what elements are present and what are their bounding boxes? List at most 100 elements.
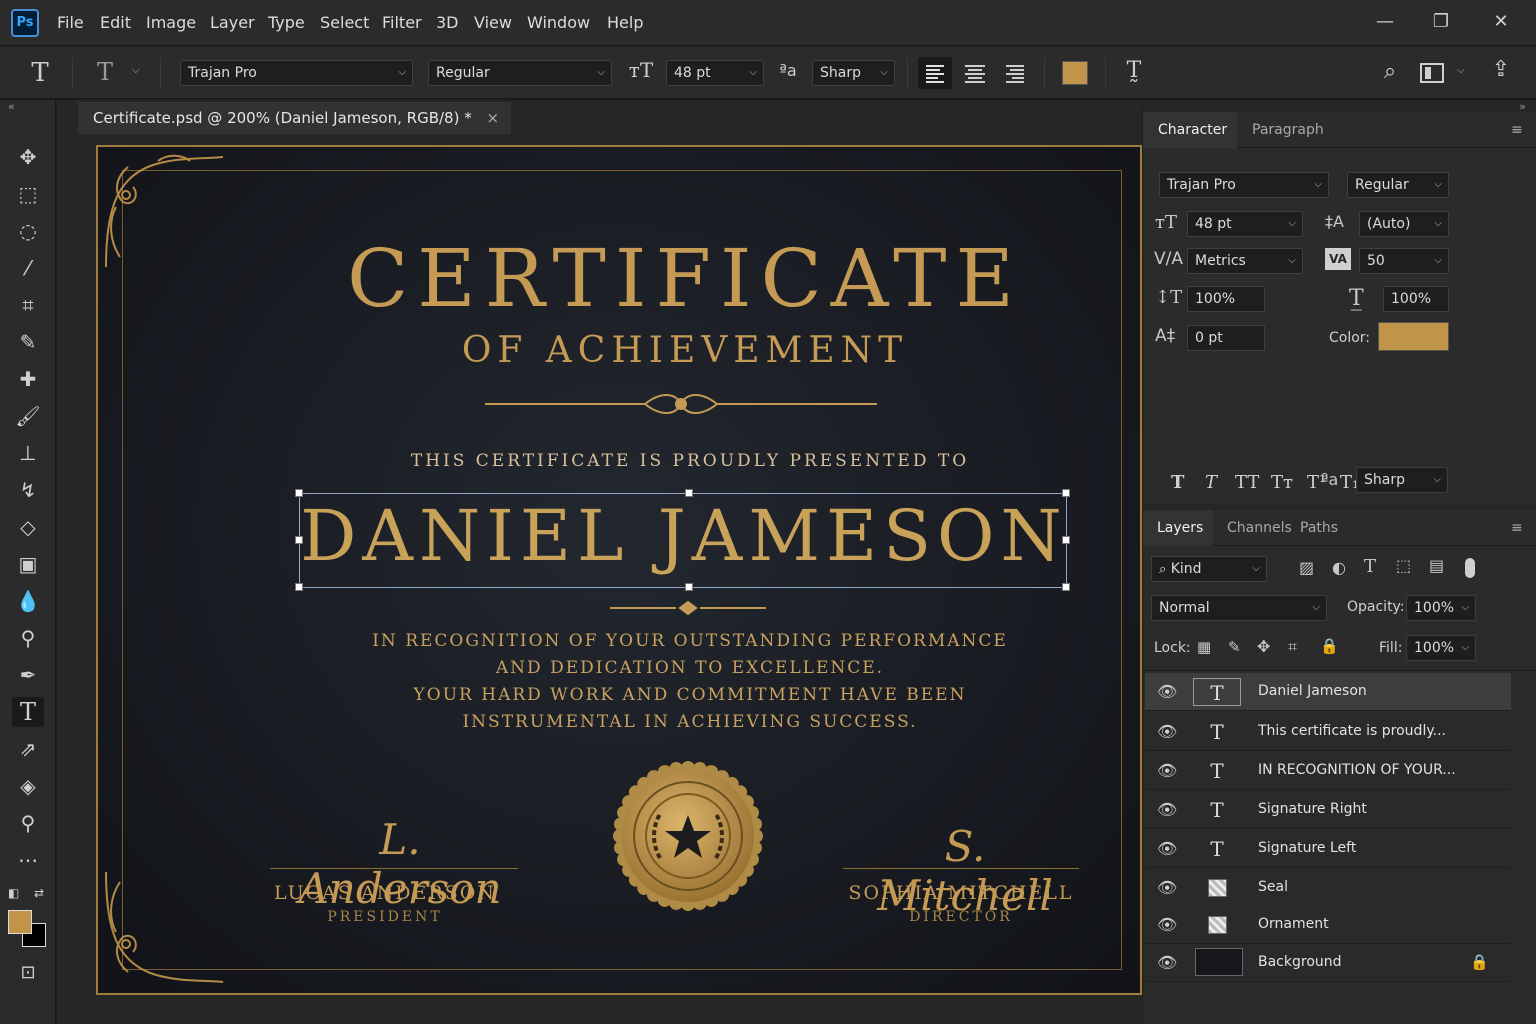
lock-transparent-icon[interactable]: ▦ [1197, 638, 1211, 656]
filter-adjustment-icon[interactable]: ◐ [1332, 558, 1346, 577]
lasso-tool-icon[interactable]: ◌ [12, 216, 44, 246]
visibility-eye-icon[interactable]: 👁 [1157, 915, 1177, 934]
panel-menu-icon[interactable]: ≡ [1511, 520, 1523, 536]
restore-icon[interactable]: ❐ [1426, 9, 1456, 37]
eyedropper-tool-icon[interactable]: ✎ [12, 327, 44, 357]
tab-character[interactable]: Character [1158, 122, 1227, 138]
menu-help[interactable]: Help [607, 13, 643, 32]
faux-italic-button[interactable]: T [1205, 472, 1217, 493]
menu-image[interactable]: Image [146, 13, 196, 32]
visibility-eye-icon[interactable]: 👁 [1157, 839, 1177, 858]
char-font-family-select[interactable]: Trajan Pro ⌵ [1159, 172, 1329, 198]
search-icon[interactable]: ⌕ [1376, 59, 1404, 84]
font-size-select[interactable]: 48 pt ⌵ [666, 60, 764, 86]
default-colors-icon[interactable]: ◧ [8, 886, 19, 900]
all-caps-button[interactable]: TT [1235, 472, 1259, 493]
small-caps-button[interactable]: Tт [1271, 472, 1293, 493]
menu-window[interactable]: Window [527, 13, 590, 32]
char-color-swatch[interactable] [1378, 322, 1449, 351]
menu-3d[interactable]: 3D [436, 13, 459, 32]
brush-tool-icon[interactable]: 🖌 [12, 401, 44, 431]
visibility-eye-icon[interactable]: 👁 [1157, 878, 1177, 897]
share-icon[interactable]: ⇪ [1488, 57, 1514, 82]
type-tool-icon[interactable]: T [12, 697, 44, 727]
healing-brush-tool-icon[interactable]: ✚ [12, 364, 44, 394]
char-horizontal-scale-field[interactable]: 100% [1383, 286, 1449, 312]
menu-view[interactable]: View [474, 13, 512, 32]
layer-row-recognition[interactable]: 👁 T IN RECOGNITION OF YOUR... [1145, 752, 1511, 790]
faux-bold-button[interactable]: T [1171, 472, 1184, 493]
dodge-tool-icon[interactable]: ⚲ [12, 623, 44, 653]
zoom-tool-icon[interactable]: ⚲ [12, 808, 44, 838]
layer-row-ornament[interactable]: 👁 Ornament [1145, 906, 1511, 944]
workspace-icon[interactable] [1420, 63, 1444, 83]
antialias-select[interactable]: Sharp ⌵ [812, 60, 895, 86]
align-left-button[interactable] [918, 57, 952, 89]
magic-wand-tool-icon[interactable]: ⁄ [12, 253, 44, 283]
close-tab-icon[interactable]: × [487, 109, 500, 127]
chevron-down-icon[interactable]: ⌵ [132, 65, 140, 76]
visibility-eye-icon[interactable]: 👁 [1157, 761, 1177, 780]
text-bounding-box[interactable] [299, 493, 1067, 588]
font-style-select[interactable]: Regular ⌵ [428, 60, 612, 86]
visibility-eye-icon[interactable]: 👁 [1157, 722, 1177, 741]
char-tracking-select[interactable]: 50 ⌵ [1359, 248, 1449, 274]
lock-artboard-icon[interactable]: ⌗ [1288, 637, 1297, 657]
fill-field[interactable]: 100% ⌵ [1406, 635, 1476, 661]
marquee-tool-icon[interactable]: ⬚ [12, 179, 44, 209]
history-brush-tool-icon[interactable]: ↯ [12, 475, 44, 505]
filter-pixel-icon[interactable]: ▨ [1299, 558, 1314, 577]
quick-mask-icon[interactable]: ⊡ [12, 958, 44, 988]
layer-row-seal[interactable]: 👁 Seal [1145, 869, 1511, 907]
filter-toggle-icon[interactable] [1465, 558, 1475, 578]
filter-shape-icon[interactable]: ⬚ [1396, 556, 1411, 575]
minimize-icon[interactable]: — [1370, 9, 1400, 37]
layer-filter-select[interactable]: ⌕ Kind ⌵ [1151, 556, 1267, 582]
char-kerning-select[interactable]: Metrics ⌵ [1187, 248, 1303, 274]
char-vertical-scale-field[interactable]: 100% [1187, 286, 1265, 312]
menu-layer[interactable]: Layer [210, 13, 255, 32]
transform-handle[interactable] [685, 583, 693, 591]
path-selection-tool-icon[interactable]: ⇗ [12, 734, 44, 764]
transform-handle[interactable] [295, 583, 303, 591]
blend-mode-select[interactable]: Normal ⌵ [1151, 595, 1327, 621]
move-tool-icon[interactable]: ✥ [12, 142, 44, 172]
collapse-panel-icon[interactable]: « [8, 100, 15, 113]
layer-row-daniel-jameson[interactable]: 👁 T Daniel Jameson [1145, 673, 1511, 711]
panel-menu-icon[interactable]: ≡ [1511, 122, 1523, 138]
layer-row-presented[interactable]: 👁 T This certificate is proudly... [1145, 713, 1511, 751]
filter-smart-object-icon[interactable]: ▤ [1429, 556, 1444, 575]
menu-file[interactable]: File [57, 13, 84, 32]
text-color-swatch[interactable] [1062, 61, 1088, 85]
lock-icon[interactable]: 🔒 [1470, 953, 1489, 971]
visibility-eye-icon[interactable]: 👁 [1157, 682, 1177, 701]
align-right-button[interactable] [998, 57, 1032, 89]
clone-stamp-tool-icon[interactable]: ⊥ [12, 438, 44, 468]
font-family-select[interactable]: Trajan Pro ⌵ [180, 60, 413, 86]
transform-handle[interactable] [295, 489, 303, 497]
chevron-down-icon[interactable]: ⌵ [1457, 65, 1465, 76]
tab-layers[interactable]: Layers [1157, 520, 1203, 536]
menu-type[interactable]: Type [268, 13, 305, 32]
type-tool-preset-icon[interactable]: T [24, 58, 56, 88]
layer-row-background[interactable]: 👁 Background 🔒 [1145, 944, 1511, 982]
lock-all-icon[interactable]: 🔒 [1320, 637, 1339, 655]
align-center-button[interactable] [958, 57, 992, 89]
transform-handle[interactable] [685, 489, 693, 497]
transform-handle[interactable] [1062, 583, 1070, 591]
layer-row-signature-left[interactable]: 👁 T Signature Left [1145, 830, 1511, 868]
transform-handle[interactable] [1062, 489, 1070, 497]
gradient-tool-icon[interactable]: ▣ [12, 549, 44, 579]
blur-tool-icon[interactable]: 💧 [12, 586, 44, 616]
menu-edit[interactable]: Edit [100, 13, 131, 32]
char-antialias-select[interactable]: Sharp ⌵ [1356, 467, 1448, 493]
menu-select[interactable]: Select [320, 13, 369, 32]
tab-paths[interactable]: Paths [1300, 520, 1338, 536]
crop-tool-icon[interactable]: ⌗ [12, 290, 44, 320]
transform-handle[interactable] [295, 536, 303, 544]
lock-pixels-icon[interactable]: ✎ [1228, 638, 1241, 656]
lock-position-icon[interactable]: ✥ [1257, 637, 1270, 656]
opacity-field[interactable]: 100% ⌵ [1406, 595, 1476, 621]
close-window-icon[interactable]: ✕ [1486, 9, 1516, 37]
char-baseline-shift-field[interactable]: 0 pt [1187, 325, 1265, 351]
